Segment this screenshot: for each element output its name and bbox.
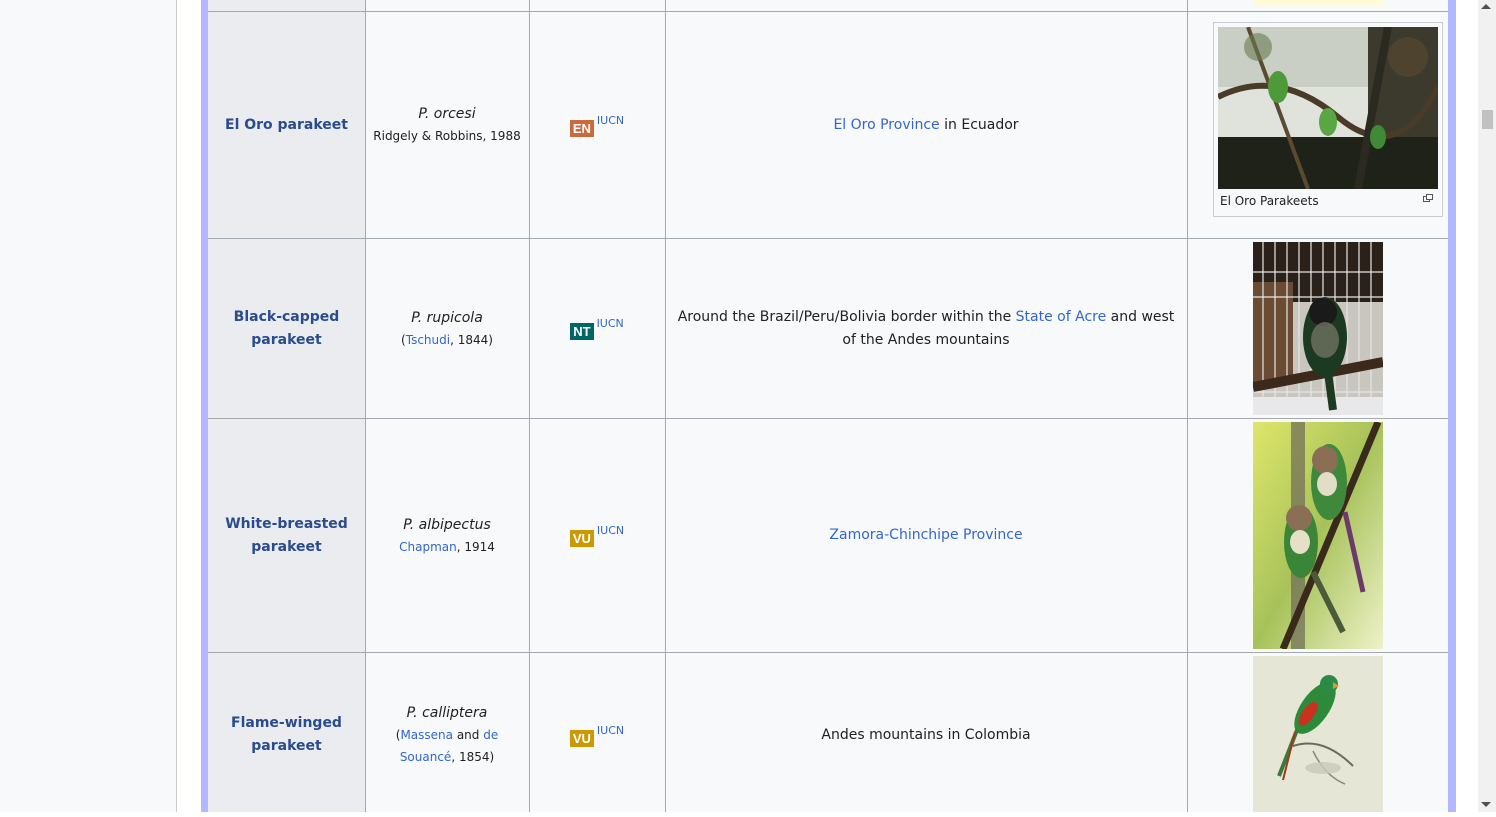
scroll-up-arrow-icon[interactable] [1481,4,1491,9]
el-oro-parakeets-photo[interactable] [1218,27,1438,189]
status-badge-vu[interactable]: VU [569,729,594,747]
status-badge-vu[interactable]: VU [569,530,594,547]
scientific-name-cell: P. albipectus Chapman, 1914 [365,419,529,652]
iucn-link[interactable]: IUCN [597,317,624,330]
status-cell: VU IUCN [529,653,665,817]
authority-year: , 1844) [450,332,493,347]
scientific-name-cell: P. orcesi Ridgely & Robbins, 1988 [365,12,529,238]
range-text: in Ecuador [939,116,1019,133]
sidebar-divider [176,0,177,812]
status-cell: EN IUCN [529,12,665,238]
authority-year: , 1914 [456,539,495,554]
status-badge-en[interactable]: EN [569,119,594,137]
iucn-link[interactable]: IUCN [597,724,624,737]
black-capped-parakeet-photo[interactable] [1253,242,1383,415]
range-cell: Zamora-Chinchipe Province [665,419,1187,652]
scrollbar-thumb[interactable] [1482,110,1493,129]
image-caption: El Oro Parakeets [1220,194,1319,208]
white-breasted-parakeet-photo[interactable] [1253,422,1383,649]
range-cell: El Oro Province in Ecuador [665,12,1187,238]
previous-row-image [1253,0,1383,6]
authority: Ridgely & Robbins, 1988 [373,129,521,143]
scientific-name-cell: P. rupicola (Tschudi, 1844) [365,239,529,418]
scientific-name-cell: P. calliptera (Massena and de Souancé, 1… [365,653,529,817]
range-cell: Andes mountains in Colombia [665,653,1187,817]
common-name-cell: White-breasted parakeet [208,419,365,652]
authority: (Massena and de Souancé, 1854) [371,724,523,768]
common-name-cell: Flame-winged parakeet [208,653,365,817]
common-name-link[interactable]: Flame-winged parakeet [216,712,357,758]
common-name-cell: Black-capped parakeet [208,239,365,418]
authority-year: , 1854) [451,750,495,764]
scientific-name: P. rupicola [411,309,483,326]
common-name-link[interactable]: El Oro parakeet [225,114,348,137]
left-sidebar [0,0,176,812]
scientific-name: P. calliptera [406,705,488,721]
enlarge-icon[interactable] [1423,194,1433,202]
authority-link[interactable]: Tschudi [406,333,450,347]
scientific-name: P. orcesi [418,106,476,122]
scientific-name: P. albipectus [403,516,491,533]
flame-winged-parakeet-illustration[interactable] [1253,656,1383,812]
iucn-link[interactable]: IUCN [597,114,624,127]
range-link[interactable]: El Oro Province [833,117,939,133]
scroll-down-arrow-icon[interactable] [1481,802,1491,807]
authority: (Tschudi, 1844) [401,329,493,351]
range-cell: Around the Brazil/Peru/Bolivia border wi… [665,239,1187,418]
status-cell: VU IUCN [529,419,665,652]
authority-link[interactable]: Massena [400,728,453,742]
common-name-cell: El Oro parakeet [208,12,365,238]
authority-conj: and [453,728,484,742]
iucn-link[interactable]: IUCN [597,524,624,537]
range-link[interactable]: State of Acre [1016,309,1107,325]
status-cell: NT IUCN [529,239,665,418]
status-badge-nt[interactable]: NT [570,323,594,340]
range-link[interactable]: Zamora-Chinchipe Province [829,524,1022,547]
authority: Chapman, 1914 [399,536,495,558]
authority-link[interactable]: Chapman [399,540,457,554]
range-text: Andes mountains in Colombia [821,726,1031,743]
range-text: Around the Brazil/Peru/Bolivia border wi… [677,308,1016,325]
common-name-link[interactable]: Black-capped parakeet [216,306,357,352]
common-name-link[interactable]: White-breasted parakeet [216,513,357,559]
